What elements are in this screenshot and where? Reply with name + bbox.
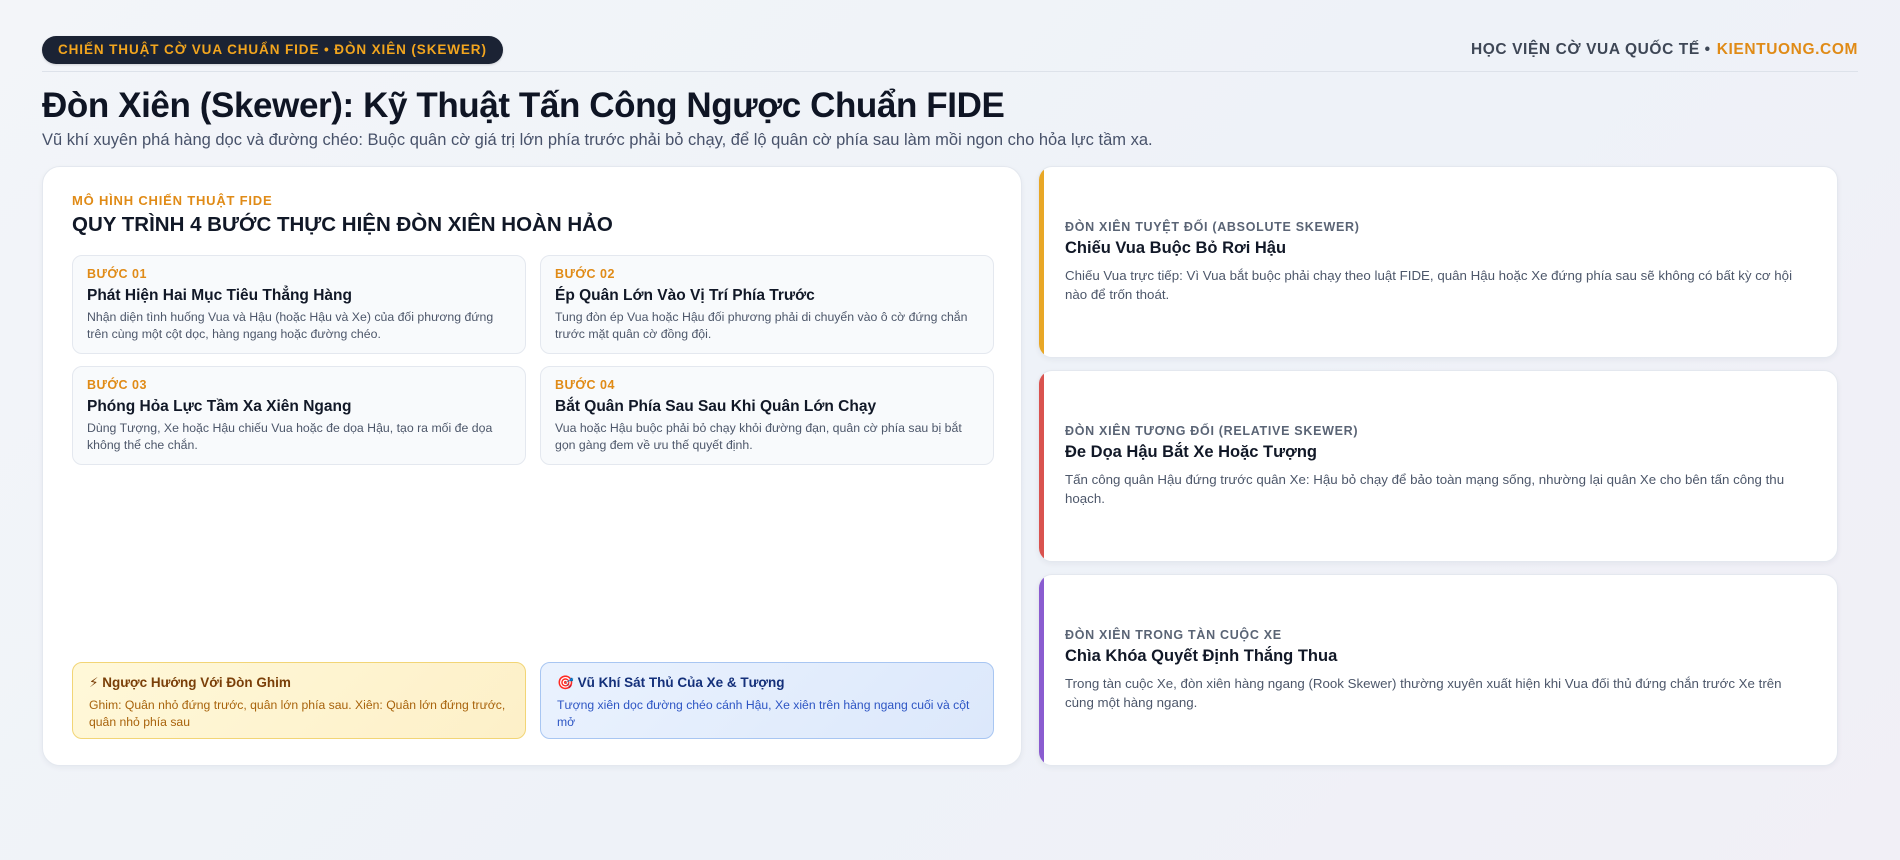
card-title: Chìa Khóa Quyết Định Thắng Thua [1065, 647, 1338, 665]
accent-bar [1039, 371, 1044, 561]
note-title: ⚡ Ngược Hướng Với Đòn Ghim [89, 675, 291, 690]
step-description: Vua hoặc Hậu buộc phải bỏ chạy khỏi đườn… [555, 421, 962, 452]
step-number: BƯỚC 02 [555, 267, 615, 281]
card-absolute-skewer: ĐÒN XIÊN TUYỆT ĐỐI (ABSOLUTE SKEWER) Chi… [1038, 166, 1838, 358]
card-kicker: ĐÒN XIÊN TƯƠNG ĐỐI (RELATIVE SKEWER) [1065, 424, 1359, 438]
note-description: Tượng xiên dọc đường chéo cánh Hậu, Xe x… [557, 698, 970, 729]
card-rook-endgame-skewer: ĐÒN XIÊN TRONG TÀN CUỘC XE Chìa Khóa Quy… [1038, 574, 1838, 766]
card-relative-skewer: ĐÒN XIÊN TƯƠNG ĐỐI (RELATIVE SKEWER) Đe … [1038, 370, 1838, 562]
step-number: BƯỚC 03 [87, 378, 147, 392]
category-badge: CHIẾN THUẬT CỜ VUA CHUẨN FIDE • ĐÒN XIÊN… [42, 35, 503, 64]
lightning-icon: ⚡ [89, 675, 99, 690]
step-name: Phóng Hỏa Lực Tầm Xa Xiên Ngang [87, 398, 352, 415]
step-number: BƯỚC 01 [87, 267, 147, 281]
note-title: 🎯 Vũ Khí Sát Thủ Của Xe & Tượng [557, 675, 785, 690]
step-name: Bắt Quân Phía Sau Sau Khi Quân Lớn Chạy [555, 398, 877, 415]
card-kicker: ĐÒN XIÊN TUYỆT ĐỐI (ABSOLUTE SKEWER) [1065, 220, 1360, 234]
page-subtitle: Vũ khí xuyên phá hàng dọc và đường chéo:… [42, 131, 1153, 149]
step-card-2: BƯỚC 02 Ép Quân Lớn Vào Vị Trí Phía Trướ… [540, 255, 994, 354]
brand-name: HỌC VIỆN CỜ VUA QUỐC TẾ • [1470, 40, 1711, 58]
top-bar: CHIẾN THUẬT CỜ VUA CHUẨN FIDE • ĐÒN XIÊN… [42, 32, 1858, 72]
target-icon: 🎯 [557, 675, 574, 690]
card-title: Đe Dọa Hậu Bắt Xe Hoặc Tượng [1065, 443, 1317, 461]
note-rook-bishop: 🎯 Vũ Khí Sát Thủ Của Xe & Tượng Tượng xi… [540, 662, 994, 739]
step-name: Phát Hiện Hai Mục Tiêu Thẳng Hàng [87, 287, 352, 304]
step-name: Ép Quân Lớn Vào Vị Trí Phía Trước [555, 287, 815, 304]
accent-bar [1039, 575, 1044, 765]
tactic-model-panel: MÔ HÌNH CHIẾN THUẬT FIDE QUY TRÌNH 4 BƯỚ… [42, 166, 1022, 766]
note-pin-contrast: ⚡ Ngược Hướng Với Đòn Ghim Ghim: Quân nh… [72, 662, 526, 739]
accent-bar [1039, 167, 1044, 357]
card-description: Chiếu Vua trực tiếp: Vì Vua bắt buộc phả… [1065, 268, 1793, 302]
card-description: Trong tàn cuộc Xe, đòn xiên hàng ngang (… [1065, 676, 1782, 710]
step-card-1: BƯỚC 01 Phát Hiện Hai Mục Tiêu Thẳng Hàn… [72, 255, 526, 354]
step-description: Nhận diện tình huống Vua và Hậu (hoặc Hậ… [87, 310, 494, 341]
brand-site-link[interactable]: KIENTUONG.COM [1717, 41, 1858, 58]
steps-grid: BƯỚC 01 Phát Hiện Hai Mục Tiêu Thẳng Hàn… [72, 255, 994, 465]
model-eyebrow: MÔ HÌNH CHIẾN THUẬT FIDE [72, 193, 273, 208]
model-title: QUY TRÌNH 4 BƯỚC THỰC HIỆN ĐÒN XIÊN HOÀN… [72, 213, 613, 236]
step-card-4: BƯỚC 04 Bắt Quân Phía Sau Sau Khi Quân L… [540, 366, 994, 465]
brand: HỌC VIỆN CỜ VUA QUỐC TẾ • KIENTUONG.COM [1471, 41, 1858, 59]
step-number: BƯỚC 04 [555, 378, 615, 392]
card-kicker: ĐÒN XIÊN TRONG TÀN CUỘC XE [1065, 628, 1282, 642]
step-card-3: BƯỚC 03 Phóng Hỏa Lực Tầm Xa Xiên Ngang … [72, 366, 526, 465]
card-description: Tấn công quân Hậu đứng trước quân Xe: Hậ… [1065, 472, 1785, 506]
note-description: Ghim: Quân nhỏ đứng trước, quân lớn phía… [89, 698, 506, 729]
page-title: Đòn Xiên (Skewer): Kỹ Thuật Tấn Công Ngư… [42, 86, 1005, 125]
notes-row: ⚡ Ngược Hướng Với Đòn Ghim Ghim: Quân nh… [72, 662, 994, 739]
card-title: Chiếu Vua Buộc Bỏ Rơi Hậu [1065, 239, 1287, 257]
step-description: Dùng Tượng, Xe hoặc Hậu chiếu Vua hoặc đ… [87, 421, 493, 452]
step-description: Tung đòn ép Vua hoặc Hậu đối phương phải… [555, 310, 968, 341]
